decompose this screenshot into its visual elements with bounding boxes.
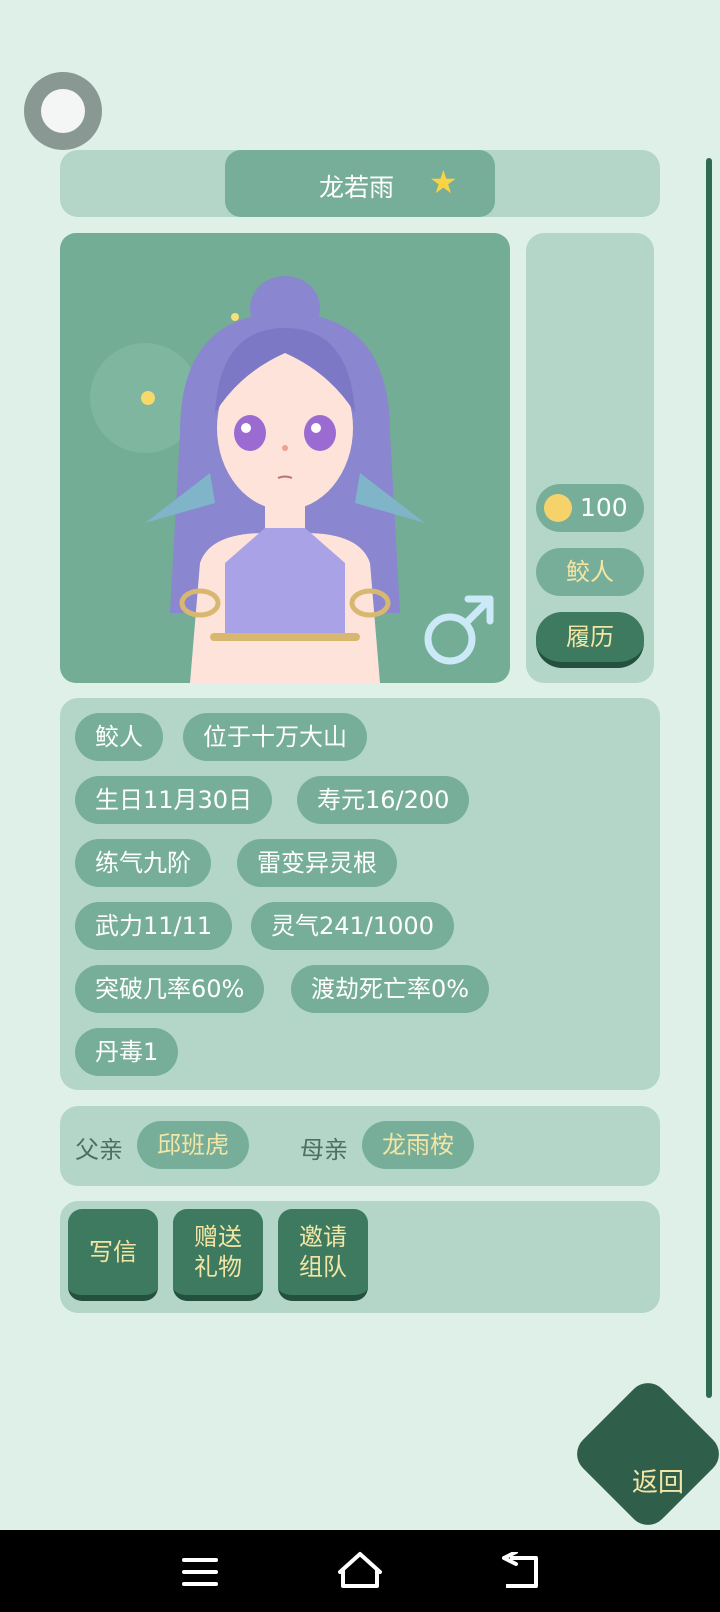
attr-tag-force: 武力11/11 — [75, 902, 233, 950]
mood-badge[interactable]: 100 — [536, 484, 644, 532]
attr-tag-tribulation-death-rate: 渡劫死亡率0% — [291, 965, 490, 1013]
attr-tag-pill-toxicity: 丹毒1 — [75, 1028, 179, 1076]
invite-team-button[interactable]: 邀请 组队 — [278, 1209, 368, 1301]
race-badge[interactable]: 鲛人 — [536, 548, 644, 596]
father-name-button[interactable]: 邱班虎 — [137, 1121, 249, 1169]
back-nav-icon[interactable] — [500, 1552, 544, 1592]
character-name: 龙若雨 — [319, 173, 395, 202]
attr-tag-birthday: 生日11月30日 — [75, 776, 273, 824]
menu-icon[interactable] — [180, 1554, 220, 1590]
male-gender-icon — [424, 595, 494, 665]
attr-tag-race: 鲛人 — [75, 713, 163, 761]
character-name-plate: 龙若雨 ★ — [225, 150, 495, 217]
mother-name-button[interactable]: 龙雨桉 — [362, 1121, 474, 1169]
back-button[interactable] — [568, 1374, 720, 1534]
write-letter-button[interactable]: 写信 — [68, 1209, 158, 1301]
mood-value: 100 — [580, 493, 628, 522]
attr-tag-spirit-root: 雷变异灵根 — [237, 839, 397, 887]
attr-tag-realm: 练气九阶 — [75, 839, 211, 887]
attr-tag-lifespan: 寿元16/200 — [297, 776, 470, 824]
father-label: 父亲 — [75, 1136, 123, 1164]
star-icon[interactable]: ★ — [429, 164, 458, 200]
home-icon[interactable] — [335, 1548, 385, 1592]
menu-circle-button[interactable] — [24, 72, 102, 150]
back-button-label[interactable]: 返回 — [632, 1462, 684, 1499]
character-portrait — [60, 233, 510, 683]
circle-icon — [41, 89, 85, 133]
mother-label: 母亲 — [300, 1136, 348, 1164]
smile-face-icon — [544, 494, 572, 522]
attr-tag-spirit-energy: 灵气241/1000 — [251, 902, 454, 950]
resume-button[interactable]: 履历 — [536, 612, 644, 668]
attr-tag-location: 位于十万大山 — [183, 713, 367, 761]
attr-tag-breakthrough-rate: 突破几率60% — [75, 965, 265, 1013]
send-gift-button[interactable]: 赠送 礼物 — [173, 1209, 263, 1301]
system-nav-bar — [0, 1530, 720, 1612]
scrollbar[interactable] — [706, 158, 712, 1398]
